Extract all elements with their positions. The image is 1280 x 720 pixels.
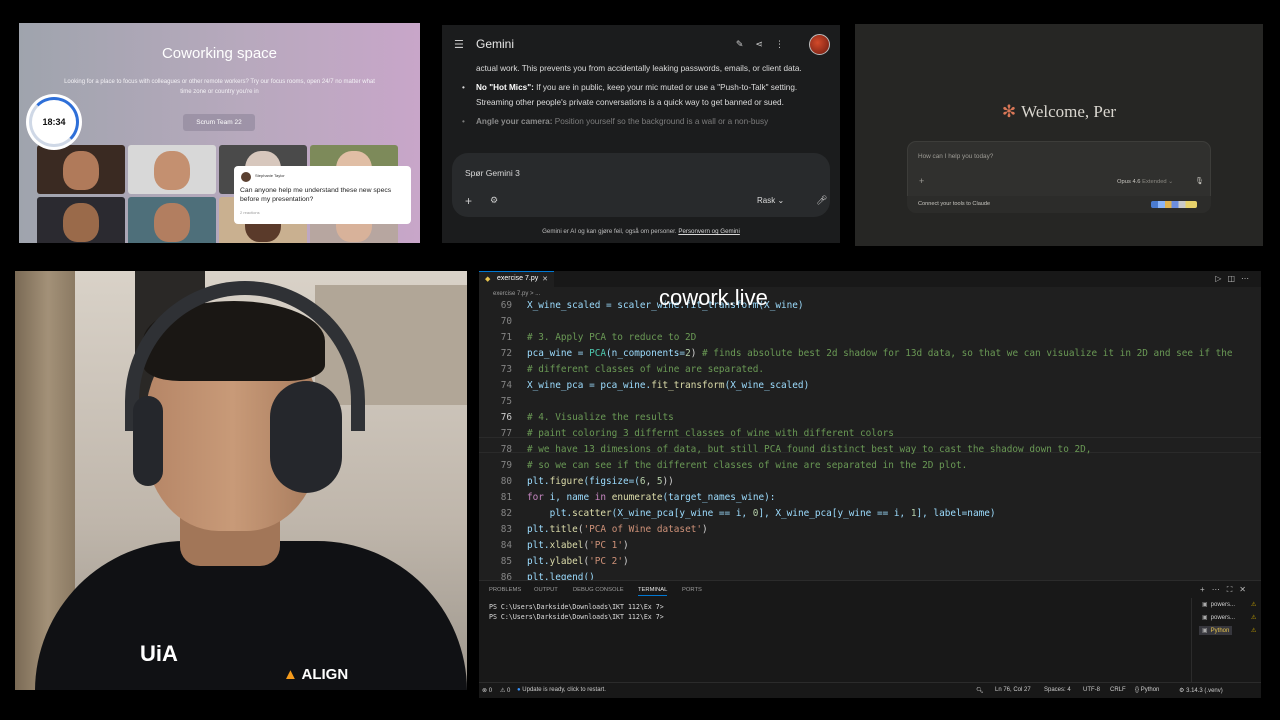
response-bullet: • No "Hot Mics": If you are in public, ke…: [462, 83, 798, 107]
app-icons: [1151, 201, 1197, 208]
model-selector[interactable]: Opus 4.6 Extended ⌄: [1117, 179, 1173, 185]
welcome-heading: ✻ Welcome, Per: [1001, 102, 1117, 121]
prompt-placeholder[interactable]: Spør Gemini 3: [465, 168, 520, 178]
add-icon[interactable]: +: [465, 194, 472, 208]
menu-icon[interactable]: ☰: [454, 38, 464, 51]
vscode-window: ◆ exercise 7.py ✕ ▷◫⋯ exercise 7.py > ... …: [479, 271, 1261, 698]
gemini-prompt-box[interactable]: Spør Gemini 3 + ⚙ Rask ⌄ 🎤︎: [452, 153, 830, 217]
terminal-output[interactable]: PS C:\Users\Darkside\Downloads\IKT 112\E…: [479, 598, 1191, 682]
new-terminal-icon[interactable]: +: [1200, 585, 1212, 594]
gemini-disclaimer: Gemini er AI og kan gjøre feil, også om …: [542, 228, 740, 235]
terminal-icon: ▣: [1202, 602, 1208, 608]
close-icon[interactable]: ✕: [1239, 585, 1253, 594]
status-language[interactable]: {} Python: [1135, 687, 1159, 693]
status-bar: ⊗ 0 ⚠ 0 ● Update is ready, click to rest…: [479, 682, 1261, 698]
response-bullet: • Angle your camera: Position yourself so…: [462, 117, 769, 126]
claude-panel: ✻ Welcome, Per How can I help you today? …: [855, 24, 1263, 246]
panel-tabs: PROBLEMS OUTPUT DEBUG CONSOLE TERMINAL P…: [479, 580, 1261, 598]
mic-icon[interactable]: 🎤︎: [816, 195, 827, 206]
mode-dropdown[interactable]: Rask ⌄: [757, 196, 784, 205]
tab-ports[interactable]: PORTS: [682, 587, 702, 593]
tab-problems[interactable]: PROBLEMS: [489, 587, 521, 593]
gemini-title: Gemini: [476, 37, 515, 51]
prompt-placeholder[interactable]: How can I help you today?: [918, 153, 993, 160]
terminal-line: PS C:\Users\Darkside\Downloads\IKT 112\E…: [489, 603, 664, 611]
terminal-item[interactable]: ▣ Python ⚠: [1199, 626, 1256, 635]
mic-icon[interactable]: 🎙︎: [1195, 177, 1204, 185]
status-update[interactable]: ● Update is ready, click to restart.: [517, 687, 606, 693]
warning-icon: ⚠: [1251, 602, 1257, 608]
python-env-icon: ⚙: [1179, 688, 1185, 694]
terminal-item[interactable]: ▣ powers... ⚠: [1202, 614, 1256, 621]
chat-avatar: [241, 172, 251, 182]
braces-icon: {}: [1135, 687, 1140, 693]
participant-tile[interactable]: [128, 145, 216, 194]
connect-tools-text[interactable]: Connect your tools to Claude: [918, 201, 990, 207]
gemini-response: actual work. This prevents you from acci…: [462, 61, 828, 133]
gemini-panel: actual work. This prevents you from acci…: [442, 25, 840, 243]
warning-icon: ⚠: [1251, 628, 1257, 634]
coworking-panel: Coworking space Looking for a place to f…: [19, 23, 420, 243]
status-encoding[interactable]: UTF-8: [1083, 687, 1100, 693]
close-icon[interactable]: ✕: [542, 275, 548, 283]
shirt-logo: UiA: [140, 641, 178, 666]
participant-tile[interactable]: [128, 197, 216, 243]
info-icon: ●: [517, 687, 521, 693]
editor-actions: ▷◫⋯: [1215, 274, 1255, 283]
chevron-down-icon: ⌄: [1168, 179, 1174, 185]
tab-debug-console[interactable]: DEBUG CONSOLE: [573, 587, 624, 593]
status-interpreter[interactable]: ⚙ 3.14.3 (.venv): [1179, 687, 1223, 694]
warning-icon: ⚠: [1251, 615, 1257, 621]
coworking-subtitle: Looking for a place to focus with collea…: [64, 79, 375, 95]
participant-tile[interactable]: [37, 145, 125, 194]
chat-bubble: Stephanie Taylor Can anyone help me unde…: [234, 166, 411, 224]
terminal-list: ▣ powers... ⚠ ▣ powers... ⚠ ▣ Python ⚠: [1191, 598, 1261, 682]
more-icon[interactable]: ⋮: [775, 39, 796, 49]
webcam-feed: UiA ▲ ALIGN: [15, 271, 467, 690]
privacy-link[interactable]: Personvern og Gemini: [678, 228, 740, 235]
stream-overlay-text: cowork.live: [659, 285, 768, 310]
more-icon[interactable]: ⋯: [1241, 274, 1255, 283]
chat-author: Stephanie Taylor: [255, 173, 285, 178]
split-icon[interactable]: ◫: [1227, 274, 1241, 283]
status-eol[interactable]: CRLF: [1110, 687, 1126, 693]
status-errors[interactable]: ⊗ 0: [482, 687, 492, 694]
claude-logo-icon: ✻: [1001, 102, 1017, 121]
code-editor[interactable]: 69 X_wine_scaled = scaler_wine.fit_transf…: [479, 298, 1261, 580]
room-button[interactable]: Scrum Team 22: [183, 114, 255, 131]
tab-output[interactable]: OUTPUT: [534, 587, 558, 593]
tab-terminal[interactable]: TERMINAL: [638, 587, 668, 596]
tools-icon[interactable]: ⚙: [490, 195, 498, 206]
share-icon[interactable]: ⋖: [755, 39, 775, 49]
editor-tabbar: ◆ exercise 7.py ✕ ▷◫⋯: [479, 271, 1261, 287]
terminal-icon: ▣: [1202, 615, 1208, 621]
terminal-icon: ▣: [1202, 628, 1208, 634]
run-icon[interactable]: ▷: [1215, 274, 1227, 283]
coworking-title: Coworking space: [161, 45, 278, 62]
edit-icon[interactable]: ✎: [736, 39, 756, 49]
maximize-icon[interactable]: ⛶: [1227, 585, 1240, 594]
header-actions: ✎⋖⋮: [736, 39, 796, 50]
shirt-text: ▲ ALIGN: [283, 666, 349, 683]
chevron-down-icon: ⌄: [777, 196, 785, 205]
terminal-line: PS C:\Users\Darkside\Downloads\IKT 112\E…: [489, 613, 664, 621]
python-file-icon: ◆: [485, 276, 491, 283]
editor-tab[interactable]: ◆ exercise 7.py ✕: [479, 271, 554, 287]
chat-reactions[interactable]: 2 reactions: [240, 210, 260, 215]
add-icon[interactable]: +: [919, 176, 924, 186]
terminal-item[interactable]: ▣ powers... ⚠: [1202, 601, 1256, 608]
breadcrumb[interactable]: exercise 7.py > ...: [493, 291, 540, 297]
chat-message: Can anyone help me understand these new …: [240, 187, 392, 203]
focus-timer: 18:34: [29, 97, 79, 147]
connect-tools-bar[interactable]: Connect your tools to Claude: [907, 196, 1211, 213]
status-position[interactable]: Ln 76, Col 27: [995, 687, 1031, 693]
gemini-header: ☰ Gemini ✎⋖⋮: [442, 25, 840, 65]
more-icon[interactable]: ⋯: [1212, 585, 1227, 594]
zoom-icon[interactable]: 🔍︎: [976, 687, 984, 694]
panel-actions: +⋯⛶✕: [1200, 585, 1253, 595]
status-warnings[interactable]: ⚠ 0: [500, 687, 510, 694]
account-avatar[interactable]: [809, 34, 830, 55]
status-spaces[interactable]: Spaces: 4: [1044, 687, 1071, 693]
participant-tile[interactable]: [37, 197, 125, 243]
